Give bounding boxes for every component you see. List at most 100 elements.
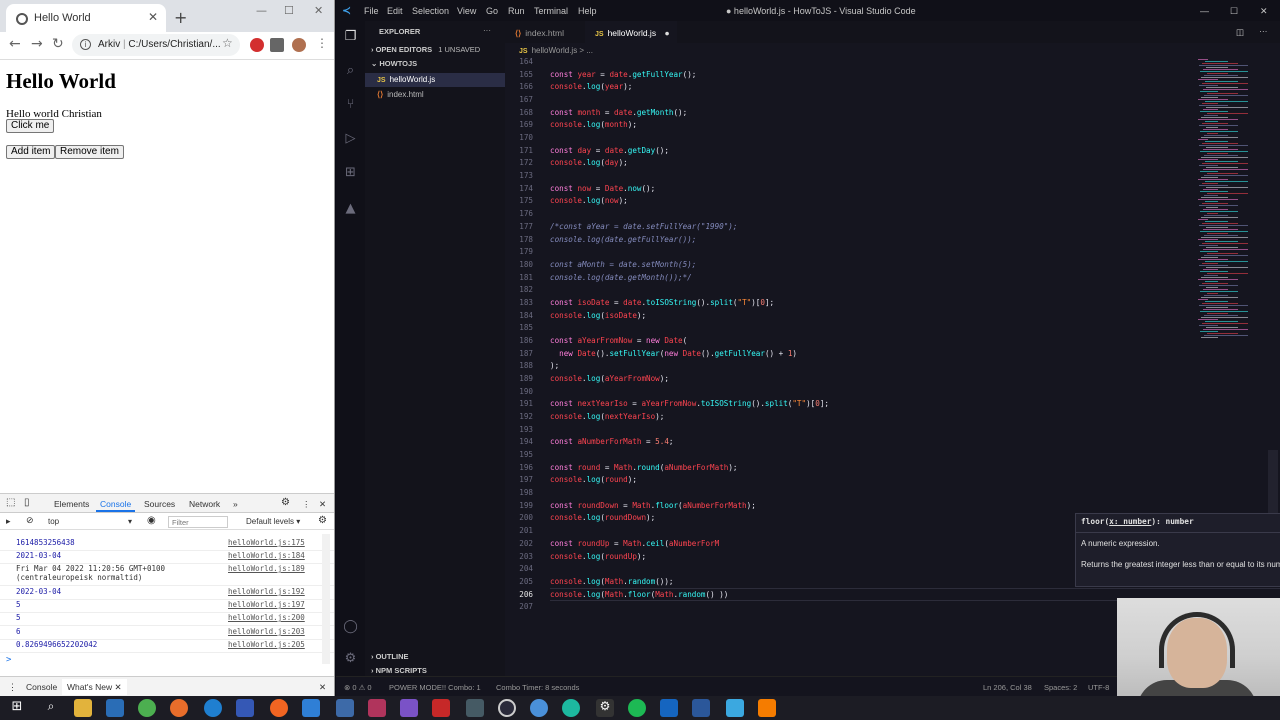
app-icon[interactable] [432, 699, 450, 717]
code-line[interactable]: 206 console.log(Math.floor(Math.random() … [505, 590, 1195, 603]
back-icon[interactable]: ← [9, 36, 21, 52]
more-tabs-icon[interactable]: » [233, 499, 238, 509]
log-source-link[interactable]: helloWorld.js:175 [228, 538, 305, 547]
code-line[interactable]: 192 console.log(nextYearIso); [505, 412, 1195, 425]
eye-icon[interactable]: ◉ [147, 515, 156, 526]
explorer-more-icon[interactable]: ··· [483, 26, 491, 35]
file-index-html[interactable]: ⟨⟩ index.html [365, 88, 505, 102]
click-me-button[interactable]: Click me [6, 119, 55, 133]
code-line[interactable]: 187 new Date().setFullYear(new Date().ge… [505, 349, 1195, 362]
editor-more-icon[interactable]: ··· [1259, 26, 1268, 36]
code-line[interactable]: 178 console.log(date.getFullYear()); [505, 235, 1195, 248]
minimap[interactable] [1196, 57, 1280, 357]
search-icon[interactable]: ⌕ [343, 63, 358, 78]
drawer-menu-icon[interactable]: ⋮ [8, 682, 17, 693]
code-line[interactable]: 166 console.log(year); [505, 82, 1195, 95]
devtools-close-icon[interactable]: ✕ [319, 499, 326, 510]
unsaved-dot-icon[interactable]: ● [664, 28, 669, 38]
code-line[interactable]: 184 console.log(isoDate); [505, 311, 1195, 324]
extension-icon[interactable] [250, 38, 264, 52]
app-icon[interactable] [758, 699, 776, 717]
tab-sources[interactable]: Sources [144, 499, 175, 509]
code-line[interactable]: 196 const round = Math.round(aNumberForMa… [505, 463, 1195, 476]
menu-terminal[interactable]: Terminal [534, 6, 568, 16]
code-line[interactable]: 168 const month = date.getMonth(); [505, 108, 1195, 121]
code-line[interactable]: 169 console.log(month); [505, 120, 1195, 133]
app-icon[interactable] [270, 699, 288, 717]
menu-view[interactable]: View [457, 6, 476, 16]
bookmark-star-icon[interactable]: ☆ [222, 36, 233, 50]
puzzle-icon[interactable] [270, 38, 284, 52]
split-editor-icon[interactable]: ◫ [1236, 27, 1244, 38]
sidebar-toggle-icon[interactable]: ▸ [6, 516, 11, 527]
code-line[interactable]: 174 const now = Date.now(); [505, 184, 1195, 197]
log-source-link[interactable]: helloWorld.js:200 [228, 613, 305, 622]
app-icon[interactable] [400, 699, 418, 717]
code-line[interactable]: 197 console.log(round); [505, 475, 1195, 488]
remove-item-button[interactable]: Remove item [55, 145, 124, 159]
close-window-icon[interactable]: ✕ [314, 4, 323, 17]
app-icon[interactable] [236, 699, 254, 717]
file-helloworld-js[interactable]: JS helloWorld.js [365, 73, 505, 87]
menu-selection[interactable]: Selection [412, 6, 449, 16]
code-line[interactable]: 194 const aNumberForMath = 5.4; [505, 437, 1195, 450]
code-line[interactable]: 167 [505, 95, 1195, 108]
vscode-taskbar-icon[interactable] [302, 699, 320, 717]
code-line[interactable]: 165 const year = date.getFullYear(); [505, 70, 1195, 83]
code-line[interactable]: 179 [505, 247, 1195, 260]
problems-status[interactable]: ⊗ 0 ⚠ 0 [344, 683, 372, 692]
profile-avatar[interactable] [292, 38, 306, 52]
word-icon[interactable] [692, 699, 710, 717]
app-icon[interactable] [106, 699, 124, 717]
account-icon[interactable]: ◯ [343, 619, 358, 634]
app-icon[interactable] [368, 699, 386, 717]
code-line[interactable]: 191 const nextYearIso = aYearFromNow.toIS… [505, 399, 1195, 412]
menu-kebab-icon[interactable]: ⋮ [316, 36, 328, 50]
address-bar[interactable]: i Arkiv | C:/Users/Christian/... [72, 34, 240, 56]
app-icon[interactable] [562, 699, 580, 717]
app-icon[interactable] [660, 699, 678, 717]
code-line[interactable]: 190 [505, 387, 1195, 400]
code-line[interactable]: 173 [505, 171, 1195, 184]
log-source-link[interactable]: helloWorld.js:189 [228, 564, 305, 573]
code-line[interactable]: 180 const aMonth = date.setMonth(5); [505, 260, 1195, 273]
app-icon[interactable] [336, 699, 354, 717]
code-line[interactable]: 170 [505, 133, 1195, 146]
outline-section[interactable]: › OUTLINE [365, 652, 505, 666]
maximize-icon[interactable]: ☐ [1230, 6, 1238, 17]
indentation-status[interactable]: Spaces: 2 [1044, 683, 1077, 692]
code-line[interactable]: 189 console.log(aYearFromNow); [505, 374, 1195, 387]
context-selector[interactable]: top ▾ [48, 517, 138, 526]
tab-console[interactable]: Console [95, 499, 136, 512]
clear-console-icon[interactable]: ⊘ [26, 515, 34, 526]
code-line[interactable]: 188); [505, 361, 1195, 374]
code-line[interactable]: 185 [505, 323, 1195, 336]
browser-tab[interactable]: Hello World ✕ [6, 4, 166, 32]
close-window-icon[interactable]: ✕ [1260, 6, 1268, 17]
firefox-icon[interactable] [170, 699, 188, 717]
log-source-link[interactable]: helloWorld.js:203 [228, 627, 305, 636]
code-line[interactable]: 171 const day = date.getDay(); [505, 146, 1195, 159]
run-debug-icon[interactable]: ▷ [343, 131, 358, 146]
minimize-icon[interactable]: — [256, 4, 267, 17]
open-editors-section[interactable]: › OPEN EDITORS 1 UNSAVED [365, 45, 505, 59]
drawer-close-icon[interactable]: ✕ [319, 682, 326, 693]
code-line[interactable]: 182 [505, 285, 1195, 298]
minimize-icon[interactable]: — [1200, 6, 1209, 16]
code-line[interactable]: 164 [505, 57, 1195, 70]
code-line[interactable]: 199 const roundDown = Math.floor(aNumberF… [505, 501, 1195, 514]
power-mode-status[interactable]: POWER MODE!! Combo: 1 [389, 683, 481, 692]
add-item-button[interactable]: Add item [6, 145, 56, 159]
remote-icon[interactable]: ▲ [343, 201, 358, 216]
menu-run[interactable]: Run [508, 6, 525, 16]
code-line[interactable]: 198 [505, 488, 1195, 501]
code-line[interactable]: 183 const isoDate = date.toISOString().sp… [505, 298, 1195, 311]
code-line[interactable]: 172 console.log(day); [505, 158, 1195, 171]
spotify-icon[interactable] [628, 699, 646, 717]
code-line[interactable]: 186 const aYearFromNow = new Date( [505, 336, 1195, 349]
file-explorer-icon[interactable] [74, 699, 92, 717]
log-source-link[interactable]: helloWorld.js:192 [228, 587, 305, 596]
console-settings-icon[interactable]: ⚙ [318, 515, 327, 526]
console-scrollbar[interactable] [322, 534, 330, 664]
code-line[interactable]: 193 [505, 425, 1195, 438]
